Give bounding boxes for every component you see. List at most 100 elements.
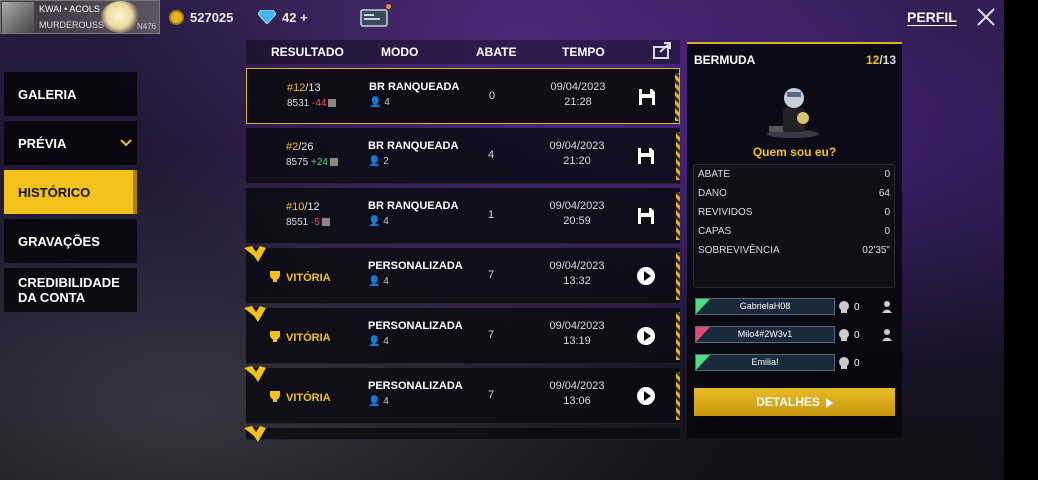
person-icon: 👤 — [368, 396, 381, 407]
match-row[interactable]: VITÓRIA PERSONALIZADA 👤 4 7 09/04/2023 1… — [244, 306, 680, 364]
player-card[interactable]: KWAI • ACOLS MURDEROUSS N476 — [0, 0, 160, 34]
skull-icon — [839, 329, 849, 341]
time-cell: 13:19 — [563, 335, 591, 347]
placement: 12/13 — [865, 53, 896, 67]
teammate-kills: 0 — [854, 330, 860, 341]
player-name: KWAI • ACOLS — [39, 4, 100, 14]
nav-label: HISTÓRICO — [18, 184, 91, 200]
match-detail-panel: BERMUDA 12/13 Quem sou eu? ABATE 0 DANO 64… — [687, 42, 902, 438]
save-icon[interactable] — [636, 206, 656, 226]
stat-row: DANO 64 — [698, 188, 890, 199]
result-cell: VITÓRIA — [286, 332, 331, 344]
team-color-tag — [696, 299, 710, 314]
skull-icon — [839, 301, 849, 313]
play-icon[interactable] — [636, 326, 656, 346]
nav-label: GALERIA — [18, 86, 77, 102]
match-row[interactable]: #10/12 8551 -5 BR RANQUEADA 👤 4 1 09/04/… — [246, 188, 680, 244]
trophy-icon — [270, 271, 280, 282]
row-edge-stripe — [676, 312, 680, 360]
person-icon: 👤 — [368, 276, 381, 287]
mode-cell: PERSONALIZADA — [368, 320, 463, 332]
time-cell: 13:06 — [563, 395, 591, 407]
kills-cell: 7 — [487, 329, 495, 341]
mode-cell: BR RANQUEADA — [369, 81, 460, 93]
character-icon[interactable] — [763, 82, 823, 138]
add-friend-icon[interactable] — [881, 328, 895, 342]
skull-icon — [839, 357, 849, 369]
person-icon: 👤 — [368, 156, 381, 167]
squad-cell: 👤 4 — [368, 396, 389, 407]
kills-cell: 4 — [487, 149, 495, 161]
teammate-name-tag[interactable]: GabrielaH08 — [695, 298, 835, 315]
nav-item-galeria[interactable]: GALERIA — [4, 72, 137, 116]
victory-wing-icon — [244, 306, 266, 322]
diamond-balance[interactable]: 42 + — [282, 10, 308, 25]
mode-cell: PERSONALIZADA — [368, 380, 463, 392]
match-row-partial[interactable] — [244, 426, 680, 442]
stat-row: CAPAS 0 — [698, 226, 890, 237]
kills-cell: 7 — [487, 389, 495, 401]
save-icon[interactable] — [636, 146, 656, 166]
victory-wing-icon — [244, 366, 266, 382]
match-row[interactable]: VITÓRIA PERSONALIZADA 👤 4 7 09/04/2023 1… — [244, 246, 680, 304]
time-cell: 13:32 — [563, 275, 591, 287]
tab-perfil[interactable]: PERFIL — [907, 9, 957, 25]
squad-cell: 👤 4 — [368, 216, 389, 227]
character-caption: Quem sou eu? — [752, 145, 837, 159]
nav-item-gravacoes[interactable]: GRAVAÇÕES — [4, 219, 137, 263]
kills-cell: 1 — [487, 209, 495, 221]
points-cell: 8531 -44 — [287, 98, 337, 109]
date-cell: 09/04/2023 — [549, 260, 605, 272]
row-edge-stripe — [676, 372, 680, 420]
details-button-label: DETALHES — [756, 395, 820, 409]
nav-item-previa[interactable]: PRÉVIA — [4, 121, 137, 165]
team-color-tag — [696, 327, 710, 342]
stat-row: SOBREVIVÊNCIA 02'35" — [698, 245, 890, 256]
save-icon[interactable] — [637, 87, 657, 107]
date-cell: 09/04/2023 — [549, 140, 605, 152]
squad-cell: 👤 4 — [368, 336, 389, 347]
row-edge-stripe — [675, 73, 679, 121]
row-edge-stripe — [676, 192, 680, 240]
player-clan: MURDEROUSS — [39, 20, 105, 30]
membership-card-icon[interactable] — [360, 6, 388, 28]
mode-cell: BR RANQUEADA — [368, 200, 459, 212]
trophy-icon — [270, 391, 280, 402]
victory-wing-icon — [244, 426, 266, 442]
nav-item-credibilidade[interactable]: CREDIBILIDADE DA CONTA — [4, 268, 137, 312]
add-friend-icon[interactable] — [881, 300, 895, 314]
person-icon: 👤 — [369, 97, 382, 108]
level-badge: N476 — [137, 22, 157, 31]
points-cell: 8575 +24 — [286, 157, 338, 168]
column-header-result: RESULTADO — [271, 45, 344, 59]
play-icon[interactable] — [636, 386, 656, 406]
date-cell: 09/04/2023 — [549, 200, 605, 212]
result-cell: VITÓRIA — [286, 392, 331, 404]
nav-label: GRAVAÇÕES — [18, 233, 100, 249]
mode-cell: PERSONALIZADA — [368, 260, 463, 272]
mode-cell: BR RANQUEADA — [368, 140, 459, 152]
teammate-name-tag[interactable]: Milo4#2W3v1 — [695, 326, 835, 343]
close-icon[interactable] — [975, 6, 997, 28]
person-icon: 👤 — [368, 336, 381, 347]
time-cell: 21:20 — [563, 155, 591, 167]
map-name: BERMUDA — [694, 53, 756, 67]
match-row[interactable]: VITÓRIA PERSONALIZADA 👤 4 7 09/04/2023 1… — [244, 366, 680, 424]
details-button[interactable]: DETALHES — [694, 388, 895, 416]
play-icon[interactable] — [636, 266, 656, 286]
squad-cell: 👤 2 — [368, 156, 389, 167]
match-row[interactable]: #2/26 8575 +24 BR RANQUEADA 👤 2 4 09/04/… — [246, 128, 680, 184]
nav-label-line2: DA CONTA — [18, 290, 86, 305]
share-icon[interactable] — [652, 40, 674, 60]
team-color-tag — [696, 355, 710, 370]
coin-balance: 527025 — [190, 10, 234, 25]
column-header-mode: MODO — [381, 45, 419, 59]
teammate-name-tag[interactable]: Emilia! — [695, 354, 835, 371]
rank-chip-icon — [321, 218, 330, 227]
match-row[interactable]: #12/13 8531 -44 BR RANQUEADA 👤 4 0 09/04… — [246, 68, 680, 124]
nav-item-historico[interactable]: HISTÓRICO — [4, 170, 137, 214]
moon-banner-icon — [101, 1, 141, 33]
top-bar: KWAI • ACOLS MURDEROUSS N476 527025 42 +… — [0, 0, 1004, 36]
stat-row: ABATE 0 — [698, 169, 890, 180]
person-icon: 👤 — [368, 216, 381, 227]
